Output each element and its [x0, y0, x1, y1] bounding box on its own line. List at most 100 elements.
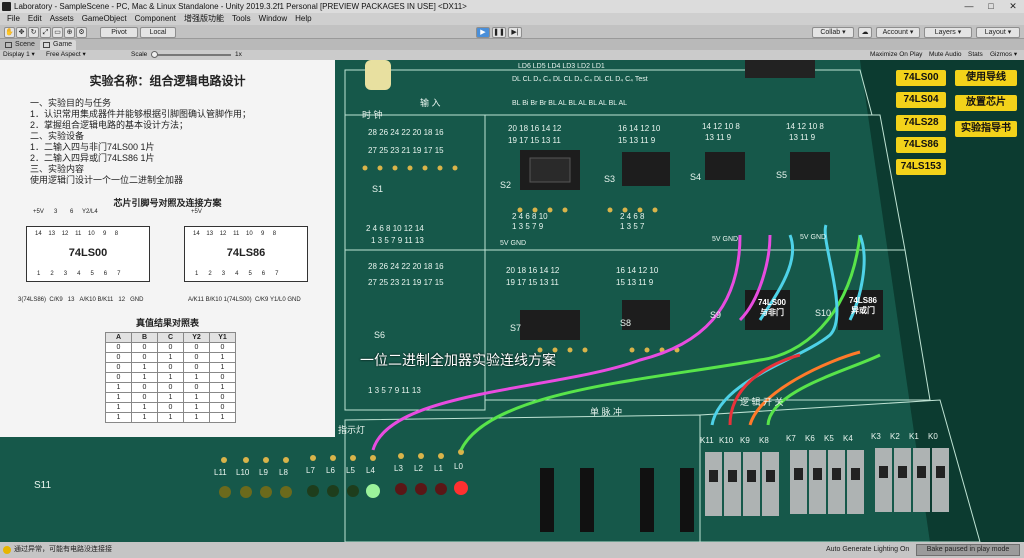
maximize-on-play-toggle[interactable]: Maximize On Play [870, 50, 922, 60]
chip2-pin-9: 9 [261, 231, 265, 237]
switch-k2-label[interactable]: K2 [890, 432, 900, 441]
chip1-bl-4: A/K10 [79, 297, 96, 303]
layout-dropdown[interactable]: Layout ▾ [976, 27, 1020, 38]
tab-game[interactable]: Game [40, 40, 77, 50]
account-dropdown[interactable]: Account ▾ [876, 27, 920, 38]
chip-74ls28-button[interactable]: 74LS28 [896, 115, 946, 131]
status-bar: 通过异常，可能有电路没连接接 Auto Generate Lighting On… [0, 542, 1024, 558]
led-l3-label: L3 [394, 464, 403, 473]
switch-k11-label[interactable]: K11 [700, 436, 714, 445]
chip-74ls153-button[interactable]: 74LS153 [896, 159, 946, 175]
switch-k6-label[interactable]: K6 [805, 434, 815, 443]
tab-game-label: Game [53, 41, 73, 48]
switch-k5-label[interactable]: K5 [824, 434, 834, 443]
table-cell: 0 [105, 342, 132, 353]
led-l7-label: L7 [306, 466, 315, 475]
step-button[interactable]: ▶| [508, 27, 522, 38]
menu-window[interactable]: Window [255, 13, 291, 25]
chip2-bl-5: Y1/L0 [270, 297, 286, 303]
s5-gnd-label: GND [810, 234, 827, 241]
local-toggle[interactable]: Local [140, 27, 176, 38]
gizmos-dropdown[interactable]: Gizmos ▾ [990, 50, 1017, 60]
pause-button[interactable]: ❚❚ [492, 27, 506, 38]
s4-pins-top2: 13 11 9 [705, 133, 732, 142]
table-cell: 0 [157, 342, 184, 353]
close-button[interactable]: ✕ [1002, 0, 1024, 13]
status-message[interactable]: 通过异常，可能有电路没连接接 [14, 542, 112, 558]
hand-tool-icon[interactable]: ✋ [4, 27, 15, 38]
menu-help[interactable]: Help [291, 13, 315, 25]
experiment-title: 实验名称：组合逻辑电路设计 [89, 74, 246, 88]
s7-pins-top: 20 18 16 14 12 [506, 266, 560, 275]
scale-tool-icon[interactable]: ⤢ [40, 27, 51, 38]
menu-enhanced[interactable]: 增强版功能 [180, 13, 228, 25]
table-cell: 0 [209, 402, 236, 413]
chip1-bl-3: 13 [67, 297, 75, 303]
maximize-button[interactable]: □ [980, 0, 1002, 13]
chip2-pin-12: 12 [219, 231, 227, 237]
use-wire-button[interactable]: 使用导线 [955, 70, 1017, 86]
switch-k0-label[interactable]: K0 [928, 432, 938, 441]
menu-edit[interactable]: Edit [24, 13, 46, 25]
menu-file[interactable]: File [3, 13, 24, 25]
switch-k10-label[interactable]: K10 [719, 436, 733, 445]
aspect-dropdown[interactable]: Free Aspect ▾ [46, 50, 86, 60]
play-button[interactable]: ▶ [476, 27, 490, 38]
mute-audio-toggle[interactable]: Mute Audio [929, 50, 962, 60]
switch-k3-label[interactable]: K3 [871, 432, 881, 441]
chip1-pin-3: 3 [63, 271, 68, 277]
chip1-bl-1: 3(74LS86) [18, 297, 47, 303]
switch-k7-label[interactable]: K7 [786, 434, 796, 443]
unity-logo-icon [2, 2, 11, 11]
chip1-pin-12: 12 [61, 231, 69, 237]
switch-k4-label[interactable]: K4 [843, 434, 853, 443]
chip-74ls86-button[interactable]: 74LS86 [896, 137, 946, 153]
menu-gameobject[interactable]: GameObject [78, 13, 131, 25]
table-cell: 0 [105, 362, 132, 373]
menu-tools[interactable]: Tools [228, 13, 255, 25]
s6-pins-top: 28 26 24 22 20 18 16 [368, 262, 444, 271]
display-dropdown[interactable]: Display 1 ▾ [3, 50, 35, 60]
chip1-bl-6: 12 [118, 297, 126, 303]
auto-generate-lighting: Auto Generate Lighting On [826, 546, 910, 553]
chip-74ls04-button[interactable]: 74LS04 [896, 92, 946, 108]
move-tool-icon[interactable]: ✥ [16, 27, 27, 38]
switch-k1-label[interactable]: K1 [909, 432, 919, 441]
chip1-bottom-labels: 3(74LS86) C/K9 13 A/K10 B/K11 12 GND [18, 297, 143, 303]
rotate-tool-icon[interactable]: ↻ [28, 27, 39, 38]
tab-scene[interactable]: Scene [2, 40, 39, 50]
custom-tool-icon[interactable]: ⚙ [76, 27, 87, 38]
stats-toggle[interactable]: Stats [968, 50, 983, 60]
lab-guide-button[interactable]: 实验指导书 [955, 121, 1017, 137]
s2-5v-label: 5V [500, 240, 509, 247]
menu-assets[interactable]: Assets [46, 13, 78, 25]
switch-k8-label[interactable]: K8 [759, 436, 769, 445]
minimize-button[interactable]: — [958, 0, 980, 13]
cloud-icon[interactable]: ☁ [858, 27, 872, 38]
rect-tool-icon[interactable]: ▭ [52, 27, 63, 38]
placed-chip-74ls86[interactable]: 74LS86 异或门 [843, 296, 883, 316]
table-cell: 1 [209, 362, 236, 373]
socket-s4-label: S4 [690, 172, 702, 182]
switch-k9-label[interactable]: K9 [740, 436, 750, 445]
menu-component[interactable]: Component [131, 13, 180, 25]
table-row: 10110 [105, 392, 236, 403]
scale-slider[interactable] [155, 54, 231, 56]
truth-col-y2: Y2 [183, 332, 210, 343]
layers-dropdown[interactable]: Layers ▾ [924, 27, 972, 38]
placed-chip-74ls00[interactable]: 74LS00 与非门 [752, 298, 792, 318]
scale-slider-handle[interactable] [151, 51, 158, 58]
socket-s8-label: S8 [620, 318, 632, 328]
s7-pins-top2: 19 17 15 13 11 [506, 278, 559, 287]
table-cell: 1 [183, 402, 210, 413]
chip1-top-pins: 14 13 12 11 10 9 8 [35, 231, 118, 237]
chip2-pin-11: 11 [233, 231, 240, 237]
chip2-name: 74LS86 [226, 247, 266, 259]
chip-74ls00-button[interactable]: 74LS00 [896, 70, 946, 86]
socket-s3-label: S3 [604, 174, 616, 184]
pivot-toggle[interactable]: Pivot [100, 27, 138, 38]
table-cell: 1 [131, 402, 158, 413]
collab-dropdown[interactable]: Collab ▾ [812, 27, 854, 38]
transform-tool-icon[interactable]: ⊕ [64, 27, 75, 38]
place-chip-button[interactable]: 放置芯片 [955, 95, 1017, 111]
